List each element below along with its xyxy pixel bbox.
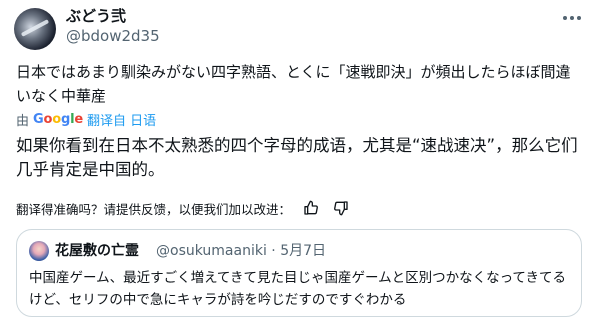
google-logo: Google <box>33 111 83 127</box>
quote-avatar <box>29 241 49 261</box>
thumbs-down-icon[interactable] <box>331 198 351 218</box>
translated-by-label: 由 <box>16 113 30 129</box>
quoted-post[interactable]: 花屋敷の亡霊 @osukumaaniki · 5月7日 中国産ゲーム、最近すごく… <box>16 229 582 317</box>
author-display-name[interactable]: ぶどう弐 <box>66 6 126 26</box>
post-original-text: 日本ではあまり馴染みがない四字熟語、とくに「速戦即決」が頻出したらほぼ間違いなく… <box>16 63 571 105</box>
post-translated-text: 如果你看到在日本不太熟悉的四个字母的成语，尤其是“速战速决”，那么它们几乎肯定是… <box>16 136 578 179</box>
translation-attribution: 由 Google 翻译自 日语 <box>16 110 156 129</box>
quote-handle-date: @osukumaaniki · 5月7日 <box>156 243 327 259</box>
thumbs-up-icon[interactable] <box>301 198 321 218</box>
author-handle[interactable]: @bdow2d35 <box>66 26 160 46</box>
quote-text: 中国産ゲーム、最近すごく増えてきて見た目じゃ国産ゲームと区別つかなくなってきてる… <box>29 270 567 308</box>
translated-from-link[interactable]: 翻译自 日语 <box>87 110 156 129</box>
translation-feedback: 翻译得准确吗？请提供反馈，以便我们加以改进： <box>16 198 351 218</box>
quote-display-name: 花屋敷の亡霊 <box>55 243 139 259</box>
more-icon[interactable] <box>560 10 584 26</box>
feedback-prompt: 翻译得准确吗？请提供反馈，以便我们加以改进： <box>16 201 292 217</box>
author-avatar[interactable] <box>14 8 56 50</box>
